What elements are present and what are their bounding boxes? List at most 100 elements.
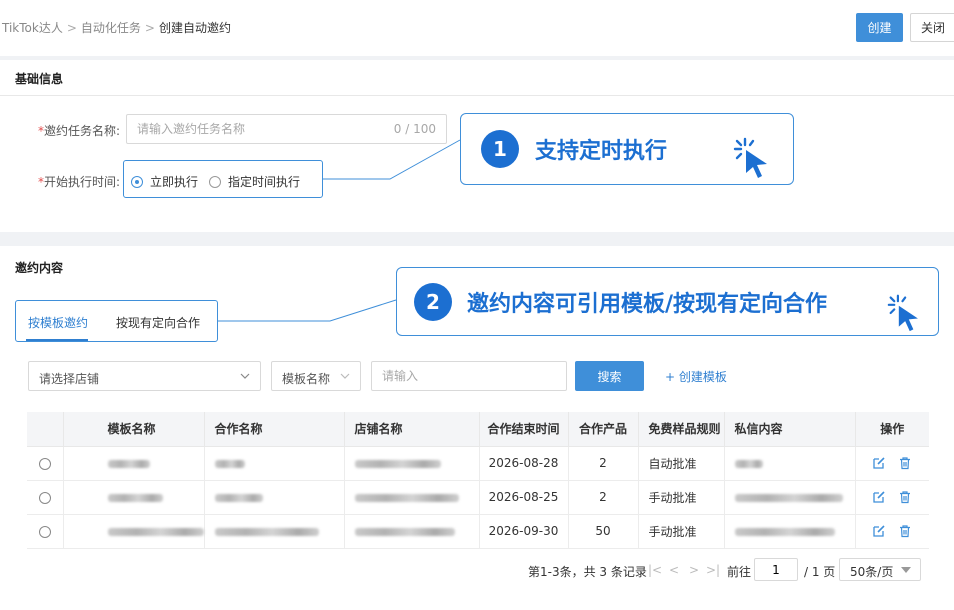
delete-icon[interactable] [898, 456, 912, 470]
cell-message [724, 446, 856, 481]
task-name-field[interactable]: 0 / 100 [126, 114, 447, 144]
store-select[interactable]: 请选择店铺 [28, 361, 261, 391]
cell-store-name [344, 446, 480, 481]
redacted-text [734, 459, 763, 468]
delete-icon[interactable] [898, 490, 912, 504]
redacted-text [734, 527, 835, 536]
next-page-icon[interactable]: > [689, 563, 699, 577]
template-table: 模板名称 合作名称 店铺名称 合作结束时间 合作产品 免费样品规则 私信内容 操… [27, 412, 929, 549]
redacted-text [214, 493, 263, 502]
row-select[interactable] [27, 446, 64, 481]
breadcrumb-separator: > [144, 21, 155, 35]
radio-scheduled[interactable]: 指定时间执行 [209, 173, 300, 190]
task-name-input[interactable] [127, 115, 367, 143]
redacted-text [214, 527, 319, 536]
cell-template-name [63, 514, 205, 549]
breadcrumb-item-automation[interactable]: 自动化任务 [81, 21, 141, 35]
close-button[interactable]: 关闭 [910, 13, 954, 42]
radio-icon[interactable] [38, 491, 51, 504]
col-template-name: 模板名称 [63, 412, 205, 447]
cell-message [724, 514, 856, 549]
cell-message [724, 480, 856, 515]
cell-sample-rule: 自动批准 [638, 446, 725, 481]
radio-unchecked-icon [209, 175, 221, 188]
cell-products: 2 [568, 480, 639, 515]
redacted-text [107, 459, 150, 468]
col-message: 私信内容 [724, 412, 856, 447]
cell-sample-rule: 手动批准 [638, 514, 725, 549]
chevron-down-icon [340, 373, 350, 379]
first-page-icon[interactable]: |< [648, 563, 662, 577]
breadcrumb: TikTok达人 > 自动化任务 > 创建自动邀约 [2, 19, 231, 36]
col-collab-name: 合作名称 [204, 412, 345, 447]
cell-collab-name [204, 480, 345, 515]
callout-number: 2 [414, 282, 452, 321]
char-counter: 0 / 100 [393, 122, 436, 136]
cell-collab-name [204, 446, 345, 481]
radio-icon[interactable] [38, 457, 51, 470]
page-number-input[interactable] [754, 558, 798, 581]
breadcrumb-separator: > [66, 21, 77, 35]
edit-icon[interactable] [872, 456, 886, 470]
click-cursor-icon [733, 137, 767, 178]
start-time-radio-group: 立即执行 指定时间执行 [123, 160, 323, 198]
basic-info-title: 基础信息 [15, 72, 64, 86]
edit-icon[interactable] [872, 524, 886, 538]
invite-content-title: 邀约内容 [15, 261, 64, 275]
pagination-summary: 第1-3条，共 3 条记录 [528, 565, 647, 579]
page-size-select[interactable]: 50条/页 [839, 558, 921, 581]
col-sample-rule: 免费样品规则 [638, 412, 725, 447]
table-row: 2026-08-25 2 手动批准 [27, 480, 929, 515]
keyword-input[interactable] [372, 362, 562, 390]
row-select[interactable] [27, 514, 64, 549]
cell-end-time: 2026-09-30 [479, 514, 569, 549]
callout-number: 1 [481, 130, 519, 168]
prev-page-icon[interactable]: < [669, 563, 679, 577]
col-store-name: 店铺名称 [344, 412, 480, 447]
caret-down-icon [901, 567, 911, 573]
cell-products: 50 [568, 514, 639, 549]
redacted-text [214, 459, 245, 468]
radio-icon[interactable] [38, 525, 51, 538]
create-button[interactable]: 创建 [856, 13, 903, 42]
cell-template-name [63, 480, 205, 515]
callout-invite-content: 2 邀约内容可引用模板/按现有定向合作 [396, 267, 939, 336]
cell-template-name [63, 446, 205, 481]
radio-checked-icon [131, 175, 143, 188]
redacted-text [354, 527, 455, 536]
table-row: 2026-08-28 2 自动批准 [27, 446, 929, 481]
breadcrumb-item-tiktok[interactable]: TikTok达人 [2, 21, 63, 35]
cell-actions [855, 514, 929, 549]
cell-collab-name [204, 514, 345, 549]
tab-existing-collab[interactable]: 按现有定向合作 [116, 314, 200, 331]
row-select[interactable] [27, 480, 64, 515]
search-button[interactable]: 搜索 [575, 361, 644, 391]
delete-icon[interactable] [898, 524, 912, 538]
callout-scheduled-execution: 1 支持定时执行 [460, 113, 794, 185]
keyword-field[interactable] [371, 361, 567, 391]
cell-store-name [344, 480, 480, 515]
edit-icon[interactable] [872, 490, 886, 504]
radio-immediate[interactable]: 立即执行 [131, 173, 198, 190]
total-pages: / 1 页 [804, 565, 836, 579]
active-tab-indicator [26, 339, 88, 341]
redacted-text [734, 493, 843, 502]
cell-products: 2 [568, 446, 639, 481]
create-template-link[interactable]: + 创建模板 [665, 368, 727, 385]
breadcrumb-item-current: 创建自动邀约 [158, 21, 231, 35]
callout-text: 支持定时执行 [535, 139, 668, 164]
cell-actions [855, 480, 929, 515]
cell-end-time: 2026-08-25 [479, 480, 569, 515]
template-name-select[interactable]: 模板名称 [271, 361, 361, 391]
pagination: 第1-3条，共 3 条记录 |< < > >| 前往 / 1 页 50条/页 [0, 558, 954, 582]
tab-template-invite[interactable]: 按模板邀约 [28, 314, 88, 331]
callout-text: 邀约内容可引用模板/按现有定向合作 [467, 291, 828, 317]
col-select [27, 412, 64, 447]
redacted-text [107, 527, 204, 536]
last-page-icon[interactable]: >| [706, 563, 720, 577]
cell-actions [855, 446, 929, 481]
col-actions: 操作 [855, 412, 929, 447]
task-name-label: *邀约任务名称: [38, 124, 121, 138]
click-cursor-icon [887, 294, 918, 332]
table-header-row: 模板名称 合作名称 店铺名称 合作结束时间 合作产品 免费样品规则 私信内容 操… [27, 412, 929, 447]
